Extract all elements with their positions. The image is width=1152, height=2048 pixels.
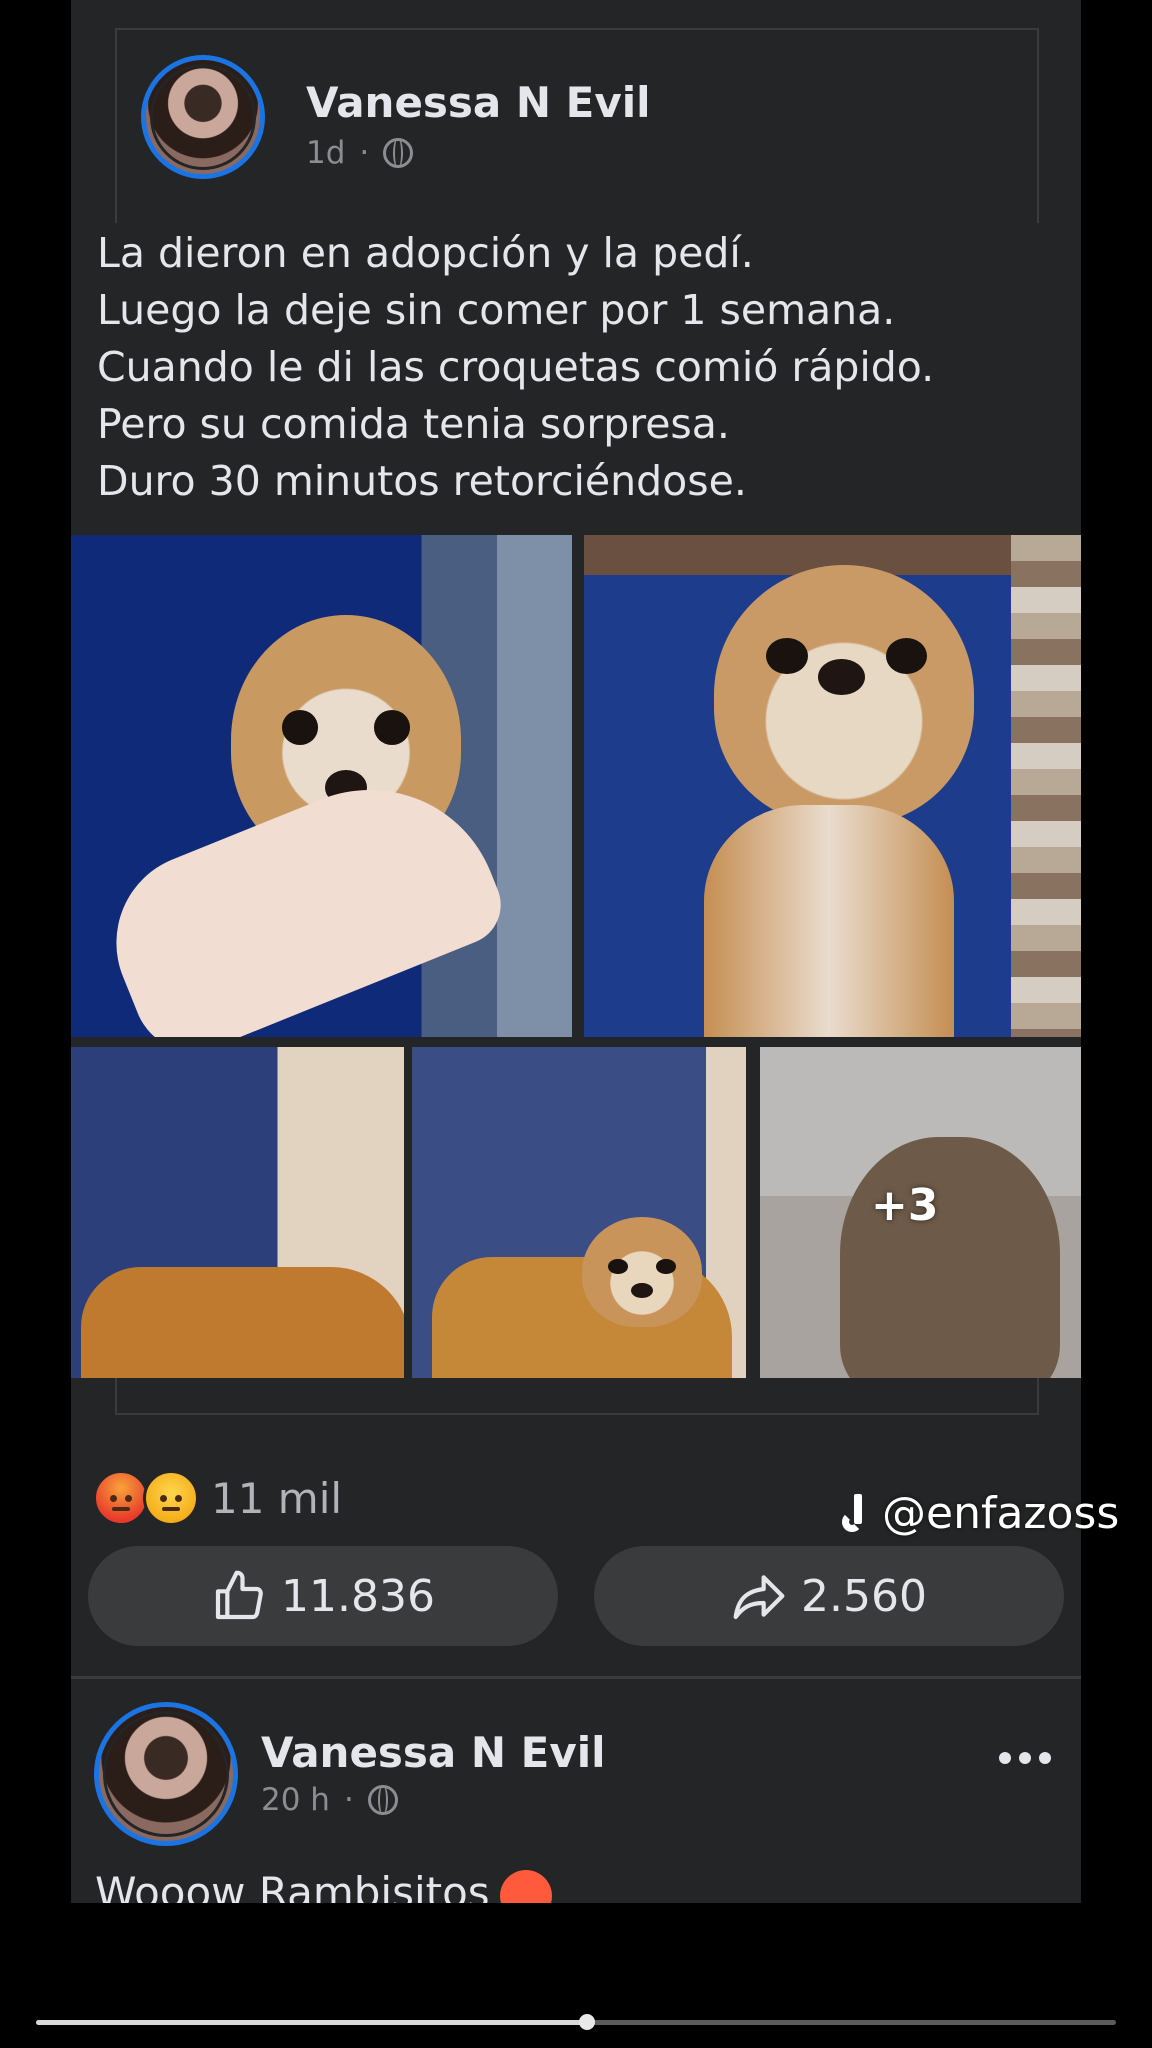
post-photo[interactable] (71, 1047, 404, 1378)
angry-reaction-icon (93, 1470, 149, 1526)
reactions-summary[interactable]: 11 mil (93, 1470, 342, 1526)
post-text-content: Wooow Rambisitos (95, 1868, 490, 1903)
author-name[interactable]: Vanessa N Evil (306, 78, 651, 127)
more-options-icon[interactable] (999, 1752, 1051, 1764)
dog-image (81, 1267, 404, 1378)
post-meta: 1d · (306, 135, 414, 171)
share-count: 2.560 (801, 1570, 927, 1622)
post-caption: La dieron en adopción y la pedí. Luego l… (97, 225, 934, 510)
tiktok-handle: @enfazoss (882, 1488, 1120, 1539)
avatar[interactable] (94, 1702, 238, 1846)
dog-image (840, 1137, 1060, 1378)
sad-reaction-icon (143, 1470, 199, 1526)
video-progress-fill (36, 2020, 587, 2025)
caption-line: Duro 30 minutos retorciéndose. (97, 457, 747, 505)
caption-line: Pero su comida tenia sorpresa. (97, 400, 730, 448)
like-button[interactable]: 11.836 (88, 1546, 558, 1646)
post-photo[interactable] (412, 1047, 746, 1378)
caption-line: La dieron en adopción y la pedí. (97, 229, 754, 277)
meta-dot: · (359, 135, 370, 171)
caption-line: Luego la deje sin comer por 1 semana. (97, 286, 896, 334)
post-text: Wooow Rambisitos (95, 1868, 552, 1903)
post-time[interactable]: 1d (306, 135, 345, 171)
post-time[interactable]: 20 h (261, 1782, 330, 1818)
dog-image (714, 565, 974, 825)
post-frame: Vanessa N Evil 1d · La dieron en adopció… (71, 0, 1081, 1903)
like-count: 11.836 (281, 1570, 435, 1622)
caption-line: Cuando le di las croquetas comió rápido. (97, 343, 935, 391)
dog-head-image (582, 1217, 702, 1327)
post-divider (71, 1676, 1081, 1679)
post-photo[interactable] (584, 535, 1081, 1037)
video-progress-bar[interactable] (36, 2014, 1116, 2030)
post-photo[interactable] (71, 535, 572, 1037)
share-arrow-icon (733, 1575, 785, 1620)
author-name[interactable]: Vanessa N Evil (261, 1728, 606, 1777)
meta-dot: · (343, 1782, 354, 1818)
avatar[interactable] (141, 55, 265, 179)
more-photos-count[interactable]: +3 (871, 1180, 938, 1231)
share-button[interactable]: 2.560 (594, 1546, 1064, 1646)
reaction-count: 11 mil (211, 1473, 343, 1523)
shared-post-bottom-border (115, 1378, 1039, 1415)
tiktok-logo-icon (840, 1493, 874, 1534)
heart-eyes-emoji-icon (499, 1869, 552, 1903)
dog-body-image (704, 805, 954, 1037)
globe-icon (367, 1785, 398, 1815)
thumbs-up-icon (215, 1570, 263, 1620)
tiktok-watermark: @enfazoss (840, 1488, 1119, 1539)
post-meta: 20 h · (261, 1782, 398, 1818)
globe-icon (383, 138, 414, 168)
video-progress-knob[interactable] (578, 2014, 595, 2030)
